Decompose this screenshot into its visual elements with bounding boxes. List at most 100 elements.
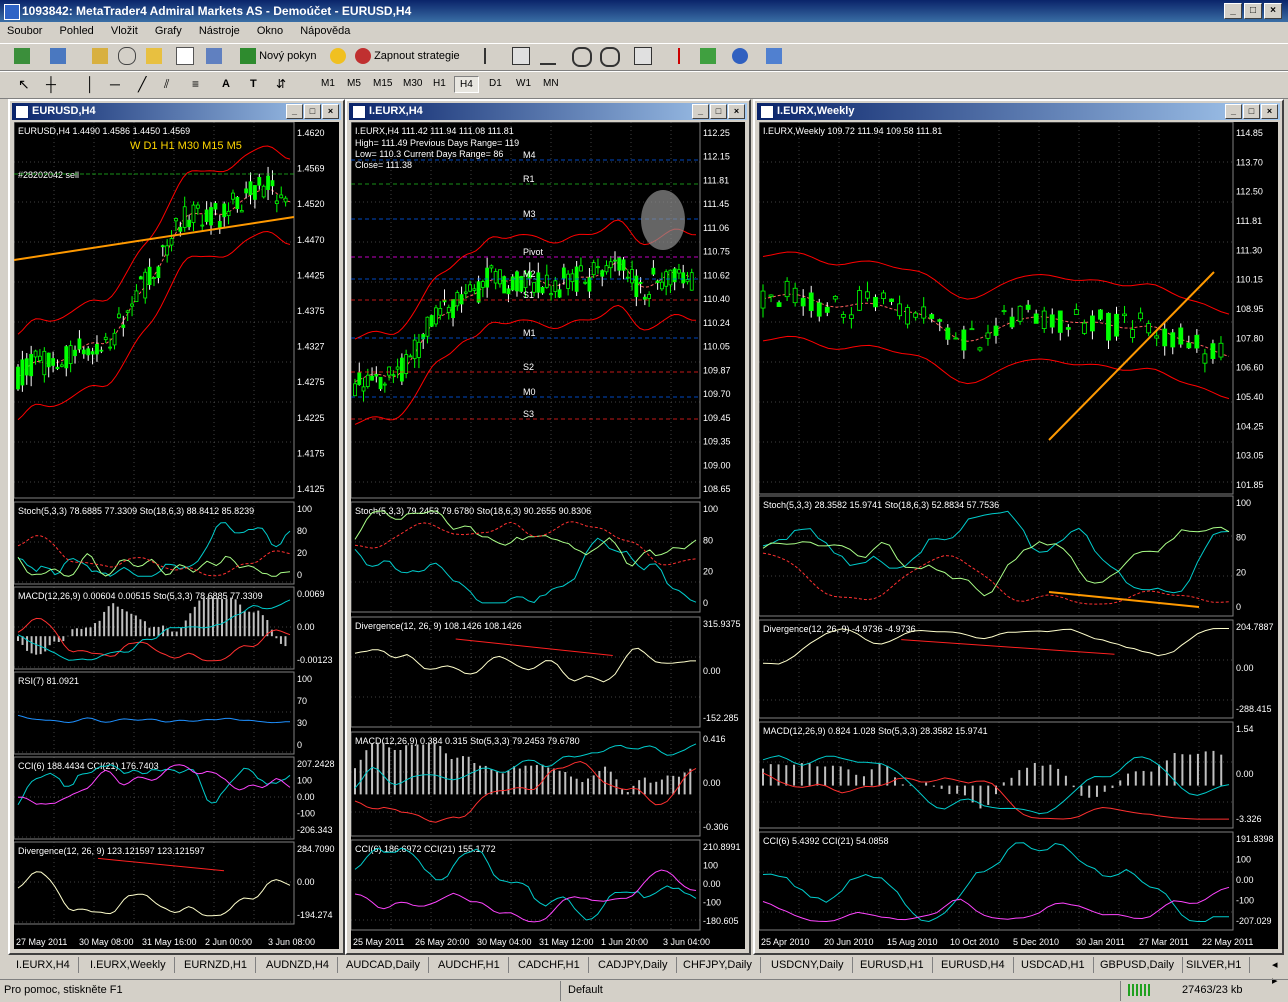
chart-tab[interactable]: CADCHF,H1 [510,957,589,973]
templates-icon[interactable] [766,47,782,65]
chart-tab[interactable]: GBPUSD,Daily [1092,957,1183,973]
tf-h1[interactable]: H1 [428,76,451,91]
chart-tab[interactable]: CADJPY,Daily [590,957,677,973]
chart-close-button[interactable]: × [728,104,745,119]
chart-tab[interactable]: AUDCAD,Daily [338,957,429,973]
menu-okno[interactable]: Okno [250,22,290,37]
chart-tab[interactable]: CHFJPY,Daily [675,957,761,973]
vertical-line-icon[interactable]: │ [86,75,95,93]
candle-body [204,209,209,222]
maximize-button[interactable]: □ [1244,3,1262,19]
menu-pohled[interactable]: Pohled [53,22,101,37]
chart-window-eurx-h4[interactable]: I.EURX,H4 _ □ × I.EURX,H4 111.42 111.94 11… [345,99,751,955]
scale-label: 100 [703,504,718,514]
periods-icon[interactable] [732,47,748,65]
tab-scroll-arrows-icon[interactable]: ◂ ▸ [1264,957,1288,987]
close-button[interactable]: × [1264,3,1282,19]
chart-tab[interactable]: AUDCHF,H1 [430,957,509,973]
chart-maximize-button[interactable]: □ [710,104,727,119]
new-order-button[interactable]: Nový pokyn [240,47,317,65]
chart-tabs: I.EURX,H4 I.EURX,Weekly EURNZD,H1 AUDNZD,H4… [0,955,1288,987]
terminal-icon[interactable] [176,47,194,66]
chart-canvas[interactable]: EURUSD,H4 1.4490 1.4586 1.4450 1.4569 1.4… [14,122,339,949]
menu-napoveda[interactable]: Nápověda [293,22,357,37]
candle-body [472,288,477,291]
market-watch-icon[interactable] [92,47,108,65]
fibonacci-icon[interactable]: ≡ [192,75,199,93]
chart-tab[interactable]: EURUSD,H1 [852,957,933,973]
crosshair-icon[interactable]: ┼ [46,75,56,93]
bar-chart-icon[interactable] [484,47,502,65]
minimize-button[interactable]: _ [1224,3,1242,19]
data-window-icon[interactable] [146,47,162,65]
text-icon[interactable]: A [222,75,230,93]
chart-close-button[interactable]: × [322,104,339,119]
chart-window-eurusd[interactable]: EURUSD,H4 _ □ × EURUSD,H4 1.4490 1.4586 1.… [8,99,345,955]
metaeditor-icon[interactable] [330,47,346,65]
chart-tab[interactable]: I.EURX,Weekly [82,957,175,973]
menu-nastroje[interactable]: Nástroje [192,22,247,37]
pivot-label: M0 [523,387,536,397]
chart-maximize-button[interactable]: □ [1243,104,1260,119]
chart-tab[interactable]: EURUSD,H4 [933,957,1014,973]
zoom-out-icon[interactable] [600,47,620,67]
eurx-weekly-chart[interactable]: I.EURX,Weekly 109.72 111.94 109.58 111.8… [759,122,1278,949]
autoscroll-icon[interactable] [634,47,652,66]
status-bar: Pro pomoc, stiskněte F1 Default 27463/23… [0,979,1288,1002]
chart-close-button[interactable]: × [1261,104,1278,119]
chart-tab[interactable]: EURNZD,H1 [176,957,256,973]
eurusd-chart[interactable]: EURUSD,H4 1.4490 1.4586 1.4450 1.4569 1.4… [14,122,339,949]
scale-label: 0.00 [1236,663,1254,673]
tf-m1[interactable]: M1 [316,76,340,91]
candle-body [776,302,782,307]
trendline-icon[interactable]: ╱ [138,75,146,93]
cursor-icon[interactable]: ↖ [18,75,30,93]
candle-body [463,291,468,294]
chart-tab[interactable]: SILVER,H1 [1178,957,1251,973]
price-label: 112.15 [703,152,730,162]
chart-tab[interactable]: USDCAD,H1 [1013,957,1094,973]
tf-m30[interactable]: M30 [398,76,427,91]
navigator-icon[interactable] [118,47,136,66]
chart-tab[interactable]: USDCNY,Daily [763,957,853,973]
tf-w1[interactable]: W1 [511,76,536,91]
chart-tab[interactable]: AUDNZD,H4 [258,957,338,973]
tf-m5[interactable]: M5 [342,76,366,91]
menu-soubor[interactable]: Soubor [0,22,49,37]
tf-d1[interactable]: D1 [484,76,507,91]
new-chart-icon[interactable] [14,47,30,65]
line-chart-icon[interactable] [540,47,556,66]
chart-shift-icon[interactable] [662,47,680,65]
profiles-icon[interactable] [50,47,66,65]
candle-body [46,352,51,368]
menu-grafy[interactable]: Grafy [148,22,189,37]
candle-body [73,349,77,357]
tester-icon[interactable] [206,47,222,65]
chart-canvas[interactable]: I.EURX,H4 111.42 111.94 111.08 111.81 112… [351,122,745,949]
chart-minimize-button[interactable]: _ [1225,104,1242,119]
chart-minimize-button[interactable]: _ [286,104,303,119]
chart-canvas[interactable]: I.EURX,Weekly 109.72 111.94 109.58 111.8… [759,122,1278,949]
scale-label: 100 [703,861,718,871]
chart-tab[interactable]: I.EURX,H4 [8,957,79,973]
candle-body [353,383,357,397]
candle-body [617,257,622,271]
tf-mn[interactable]: MN [538,76,564,91]
tf-h4[interactable]: H4 [454,76,479,93]
chart-maximize-button[interactable]: □ [304,104,321,119]
channel-icon[interactable]: ⫽ [164,75,169,93]
candle-chart-icon[interactable] [512,47,530,66]
tf-m15[interactable]: M15 [368,76,397,91]
eurx-h4-chart[interactable]: I.EURX,H4 111.42 111.94 111.08 111.81 112… [351,122,745,949]
strategy-button[interactable]: Zapnout strategie [355,47,460,65]
indicators-icon[interactable] [700,47,716,65]
horizontal-line-icon[interactable]: ─ [110,75,120,93]
candle-body [1138,312,1144,320]
menu-vlozit[interactable]: Vložit [104,22,145,37]
chart-minimize-button[interactable]: _ [692,104,709,119]
candle-body [824,306,830,313]
chart-window-eurx-weekly[interactable]: I.EURX,Weekly _ □ × I.EURX,Weekly 109.72 1… [753,99,1284,955]
zoom-in-icon[interactable] [572,47,592,67]
text-label-icon[interactable]: T [250,75,257,93]
arrows-icon[interactable]: ⇵ [276,75,286,93]
